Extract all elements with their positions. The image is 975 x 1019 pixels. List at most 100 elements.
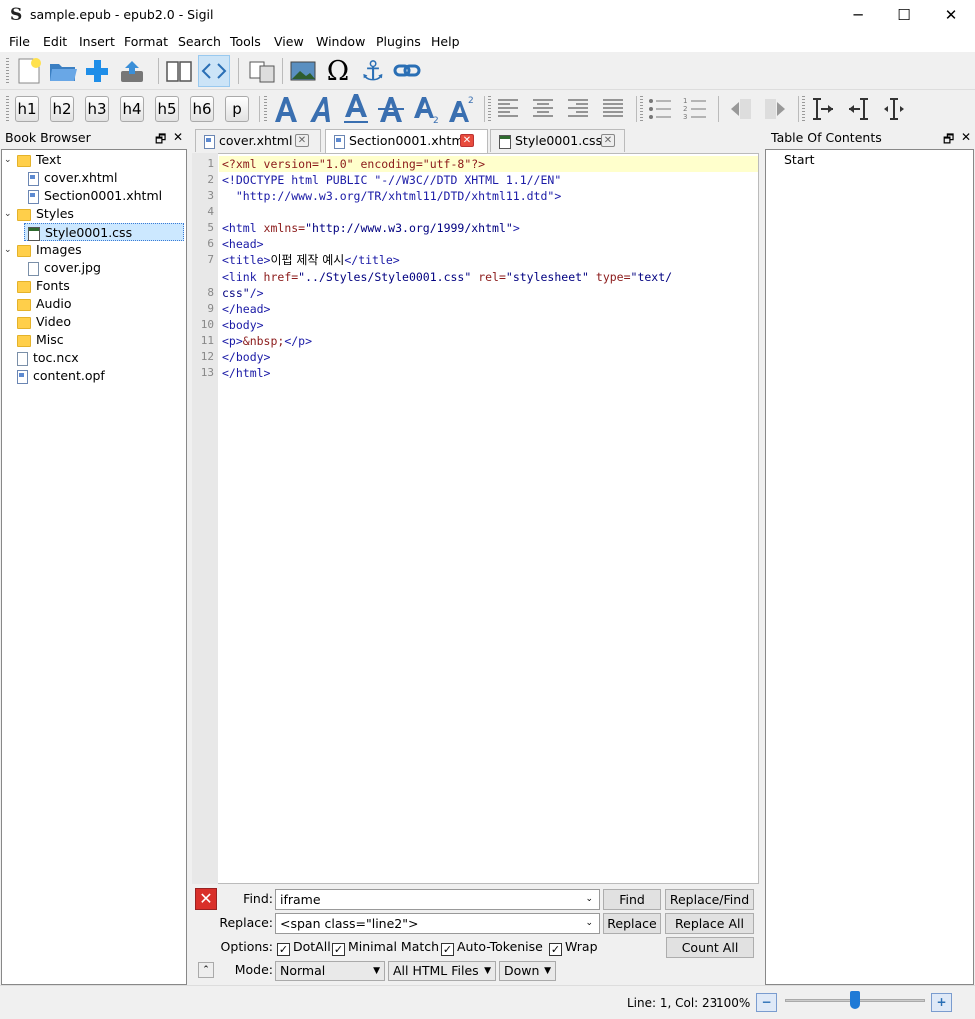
menu-help[interactable]: Help — [431, 34, 460, 49]
new-file-icon[interactable] — [13, 55, 45, 87]
auto-tokenise-checkbox[interactable]: ✓ Auto-Tokenise — [441, 939, 543, 956]
close-find-icon[interactable]: ✕ — [195, 888, 217, 910]
heading-3-button[interactable]: h3 — [85, 96, 109, 122]
numbered-list-icon[interactable]: 123 — [679, 93, 711, 125]
tree-item-fonts[interactable]: Fonts — [17, 277, 70, 295]
align-center-icon[interactable] — [527, 93, 559, 125]
zoom-in-icon[interactable]: + — [931, 993, 952, 1012]
tree-item-section0001-xhtml[interactable]: Section0001.xhtml — [28, 187, 162, 205]
tree-item-audio[interactable]: Audio — [17, 295, 72, 313]
tree-item-cover-xhtml[interactable]: cover.xhtml — [28, 169, 117, 187]
css-file-icon — [499, 134, 511, 149]
insert-id-icon[interactable] — [808, 93, 840, 125]
close-tab-icon[interactable]: ✕ — [601, 134, 615, 147]
close-tab-icon[interactable]: ✕ — [460, 134, 474, 147]
heading-5-button[interactable]: h5 — [155, 96, 179, 122]
menu-format[interactable]: Format — [124, 34, 168, 49]
code-view-icon[interactable] — [198, 55, 230, 87]
minimal-match-checkbox[interactable]: ✓ Minimal Match — [332, 939, 439, 956]
mode-select[interactable]: Normal ▼ — [275, 961, 385, 981]
main-toolbar: Ω ⚓ — [0, 52, 975, 90]
close-tab-icon[interactable]: ✕ — [295, 134, 309, 147]
subscript-icon[interactable]: 2 — [410, 93, 442, 125]
tab-cover-xhtml[interactable]: cover.xhtml ✕ — [195, 129, 321, 152]
tree-item-video[interactable]: Video — [17, 313, 71, 331]
link-icon[interactable] — [391, 55, 423, 87]
save-icon[interactable] — [116, 55, 148, 87]
close-panel-icon[interactable]: ✕ — [961, 130, 971, 144]
heading-1-button[interactable]: h1 — [15, 96, 39, 122]
tree-item-style0001-css[interactable]: Style0001.css — [24, 223, 184, 241]
expand-chevron-icon[interactable]: ⌄ — [4, 209, 12, 219]
float-icon[interactable]: 🗗 — [943, 130, 954, 151]
replace-button[interactable]: Replace — [603, 913, 661, 934]
menu-file[interactable]: File — [9, 34, 30, 49]
tab-section0001-xhtml[interactable]: Section0001.xhtml ✕ — [325, 129, 488, 153]
split-marker-icon[interactable] — [878, 93, 910, 125]
heading-2-button[interactable]: h2 — [50, 96, 74, 122]
zoom-out-icon[interactable]: − — [756, 993, 777, 1012]
open-folder-icon[interactable] — [47, 55, 79, 87]
mark-index-icon[interactable] — [843, 93, 875, 125]
justify-icon[interactable] — [597, 93, 629, 125]
replace-input[interactable]: <span class="line2"> ⌄ — [275, 913, 600, 934]
scope-select[interactable]: All HTML Files ▼ — [388, 961, 496, 981]
chevron-down-icon[interactable]: ⌄ — [585, 890, 593, 909]
decrease-indent-icon[interactable] — [725, 93, 757, 125]
insert-image-icon[interactable] — [287, 55, 319, 87]
replace-all-button[interactable]: Replace All — [665, 913, 754, 934]
tree-item-images[interactable]: Images — [17, 241, 82, 259]
paragraph-button[interactable]: p — [225, 96, 249, 122]
bold-icon[interactable] — [270, 93, 302, 125]
anchor-icon[interactable]: ⚓ — [357, 55, 389, 87]
add-icon[interactable] — [81, 55, 113, 87]
split-icon[interactable] — [246, 55, 278, 87]
align-left-icon[interactable] — [492, 93, 524, 125]
menu-search[interactable]: Search — [178, 34, 221, 49]
mode-label: Mode: — [234, 962, 273, 977]
strikethrough-icon[interactable] — [375, 93, 407, 125]
tab-style0001-css[interactable]: Style0001.css ✕ — [490, 129, 625, 152]
superscript-icon[interactable]: 2 — [445, 93, 477, 125]
menu-view[interactable]: View — [274, 34, 304, 49]
direction-select[interactable]: Down ▼ — [499, 961, 556, 981]
italic-icon[interactable] — [305, 93, 337, 125]
menu-plugins[interactable]: Plugins — [376, 34, 421, 49]
book-view-icon[interactable] — [163, 55, 195, 87]
tree-item-text[interactable]: Text — [17, 151, 61, 169]
menu-insert[interactable]: Insert — [79, 34, 115, 49]
menu-edit[interactable]: Edit — [43, 34, 67, 49]
tree-item-misc[interactable]: Misc — [17, 331, 64, 349]
count-all-button[interactable]: Count All — [666, 937, 754, 958]
align-right-icon[interactable] — [562, 93, 594, 125]
close-window-button[interactable]: ✕ — [928, 0, 974, 30]
toc-item-start[interactable]: Start — [784, 151, 815, 169]
heading-4-button[interactable]: h4 — [120, 96, 144, 122]
zoom-slider-thumb[interactable] — [850, 991, 860, 1009]
tree-item-styles[interactable]: Styles — [17, 205, 74, 223]
special-character-icon[interactable]: Ω — [322, 55, 354, 87]
collapse-icon[interactable]: ⌃ — [198, 962, 214, 978]
bullet-list-icon[interactable] — [644, 93, 676, 125]
tree-item-content-opf[interactable]: content.opf — [17, 367, 105, 385]
menu-window[interactable]: Window — [316, 34, 365, 49]
minimize-button[interactable]: ─ — [835, 0, 881, 30]
expand-chevron-icon[interactable]: ⌄ — [4, 155, 12, 165]
wrap-checkbox[interactable]: ✓ Wrap — [549, 939, 598, 956]
tree-item-label: Images — [36, 242, 82, 257]
menu-tools[interactable]: Tools — [230, 34, 261, 49]
expand-chevron-icon[interactable]: ⌄ — [4, 245, 12, 255]
chevron-down-icon[interactable]: ⌄ — [585, 914, 593, 933]
tree-item-toc-ncx[interactable]: toc.ncx — [17, 349, 79, 367]
maximize-button[interactable]: ☐ — [881, 0, 927, 30]
find-button[interactable]: Find — [603, 889, 661, 910]
replace-find-button[interactable]: Replace/Find — [665, 889, 754, 910]
underline-icon[interactable] — [340, 93, 372, 125]
increase-indent-icon[interactable] — [759, 93, 791, 125]
dotall-checkbox[interactable]: ✓ DotAll — [277, 939, 331, 956]
find-input[interactable]: iframe ⌄ — [275, 889, 600, 910]
tree-item-cover-jpg[interactable]: cover.jpg — [28, 259, 101, 277]
float-icon[interactable]: 🗗 — [155, 130, 166, 151]
heading-6-button[interactable]: h6 — [190, 96, 214, 122]
close-panel-icon[interactable]: ✕ — [173, 130, 183, 144]
